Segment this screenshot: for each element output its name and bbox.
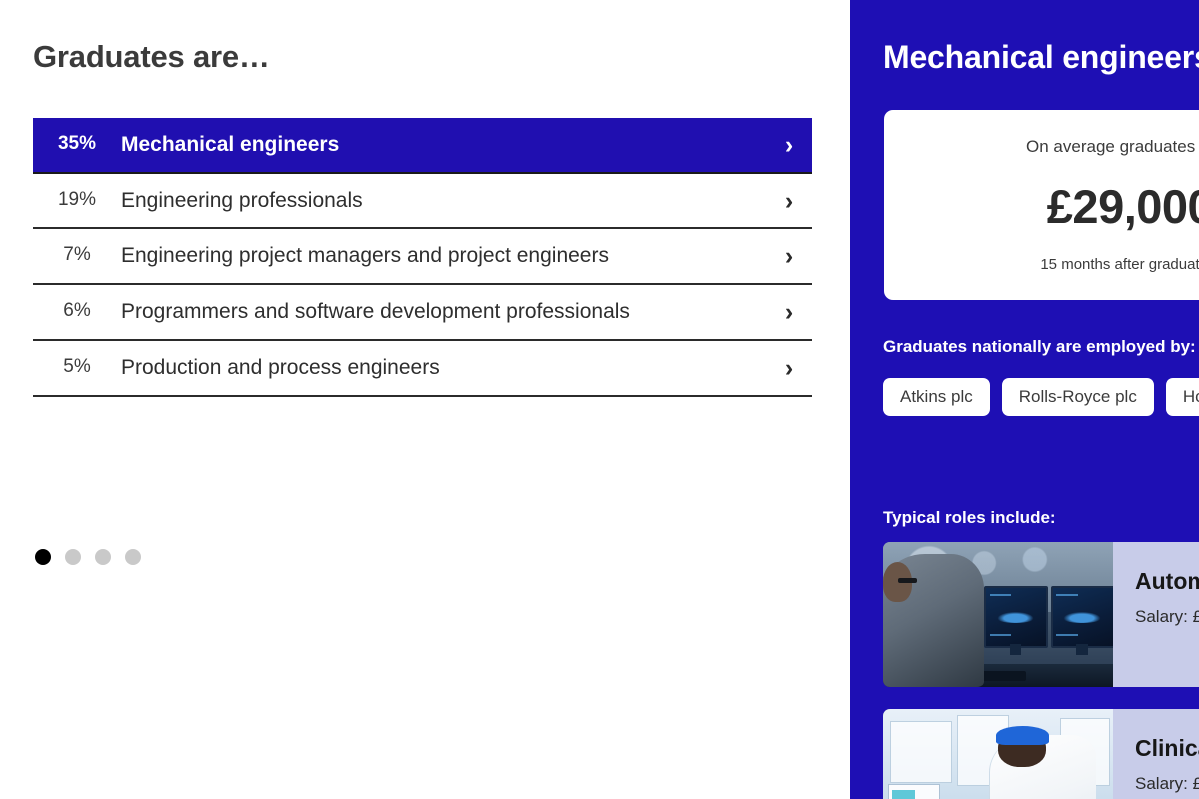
average-salary-card: On average graduates earn £29,000 15 mon… [884, 110, 1199, 300]
role-title: Clinical engineer [1135, 735, 1199, 761]
employer-chip-atkins[interactable]: Atkins plc [883, 378, 990, 416]
occupation-detail-panel: Mechanical engineers On average graduate… [850, 0, 1199, 799]
occupation-row-engineering-project-managers[interactable]: 7% Engineering project managers and proj… [33, 229, 812, 286]
employer-chip-hoare-lea[interactable]: Hoare Lea [1165, 378, 1199, 416]
occupation-row-production-process-engineers[interactable]: 5% Production and process engineers › [33, 340, 812, 397]
chevron-right-icon[interactable]: › [766, 229, 812, 271]
graduates-outcomes-panel: Graduates are… 35% Mechanical engineers … [0, 0, 850, 799]
roles-section-label: Typical roles include: [883, 508, 1056, 527]
chevron-right-icon[interactable]: › [766, 285, 812, 327]
salary-amount: £29,000 [1046, 180, 1199, 233]
employer-chip-list: Atkins plc Rolls-Royce plc Hoare Lea Jag… [883, 378, 1199, 416]
occupation-label: Engineering project managers and project… [121, 244, 609, 268]
occupation-row-engineering-professionals[interactable]: 19% Engineering professionals › [33, 173, 812, 230]
occupation-percentage: 35% [57, 133, 97, 154]
role-salary: Salary: £29,000 [1135, 607, 1199, 626]
occupation-percentage: 5% [63, 355, 91, 377]
employer-chip-rolls-royce[interactable]: Rolls-Royce plc [1001, 378, 1154, 416]
occupation-percentage: 7% [63, 244, 91, 266]
role-card-clinical-engineer[interactable]: Clinical engineer Salary: £31,000 [883, 709, 1199, 799]
role-thumbnail-image [883, 542, 1113, 687]
chevron-right-icon[interactable]: › [766, 341, 812, 383]
occupation-label: Programmers and software development pro… [121, 300, 630, 324]
carousel-pagination [35, 549, 141, 565]
pagination-dot-1[interactable] [35, 549, 51, 565]
employers-section-label: Graduates nationally are employed by: [883, 337, 1196, 356]
chevron-right-icon[interactable]: › [766, 118, 812, 160]
occupation-label: Production and process engineers [121, 355, 440, 379]
salary-card-caption: On average graduates earn [1026, 137, 1199, 156]
pagination-dot-4[interactable] [125, 549, 141, 565]
occupation-list: 35% Mechanical engineers › 19% Engineeri… [33, 118, 812, 397]
occupation-row-programmers-software-development[interactable]: 6% Programmers and software development … [33, 285, 812, 341]
salary-card-subcaption: 15 months after graduating [1040, 256, 1199, 273]
page-title: Graduates are… [33, 39, 270, 74]
detail-panel-title: Mechanical engineers [883, 39, 1199, 75]
occupation-percentage: 6% [63, 300, 91, 322]
chevron-right-icon[interactable]: › [766, 174, 812, 216]
occupation-label: Mechanical engineers [121, 133, 340, 156]
role-card-automotive-engineer[interactable]: Automotive engineer Salary: £29,000 [883, 542, 1199, 687]
pagination-dot-3[interactable] [95, 549, 111, 565]
occupation-row-mechanical-engineers[interactable]: 35% Mechanical engineers › [33, 118, 812, 174]
occupation-label: Engineering professionals [121, 188, 363, 212]
pagination-dot-2[interactable] [65, 549, 81, 565]
occupation-percentage: 19% [57, 188, 97, 210]
role-salary: Salary: £31,000 [1135, 774, 1199, 793]
role-thumbnail-image [883, 709, 1113, 799]
role-title: Automotive engineer [1135, 568, 1199, 594]
